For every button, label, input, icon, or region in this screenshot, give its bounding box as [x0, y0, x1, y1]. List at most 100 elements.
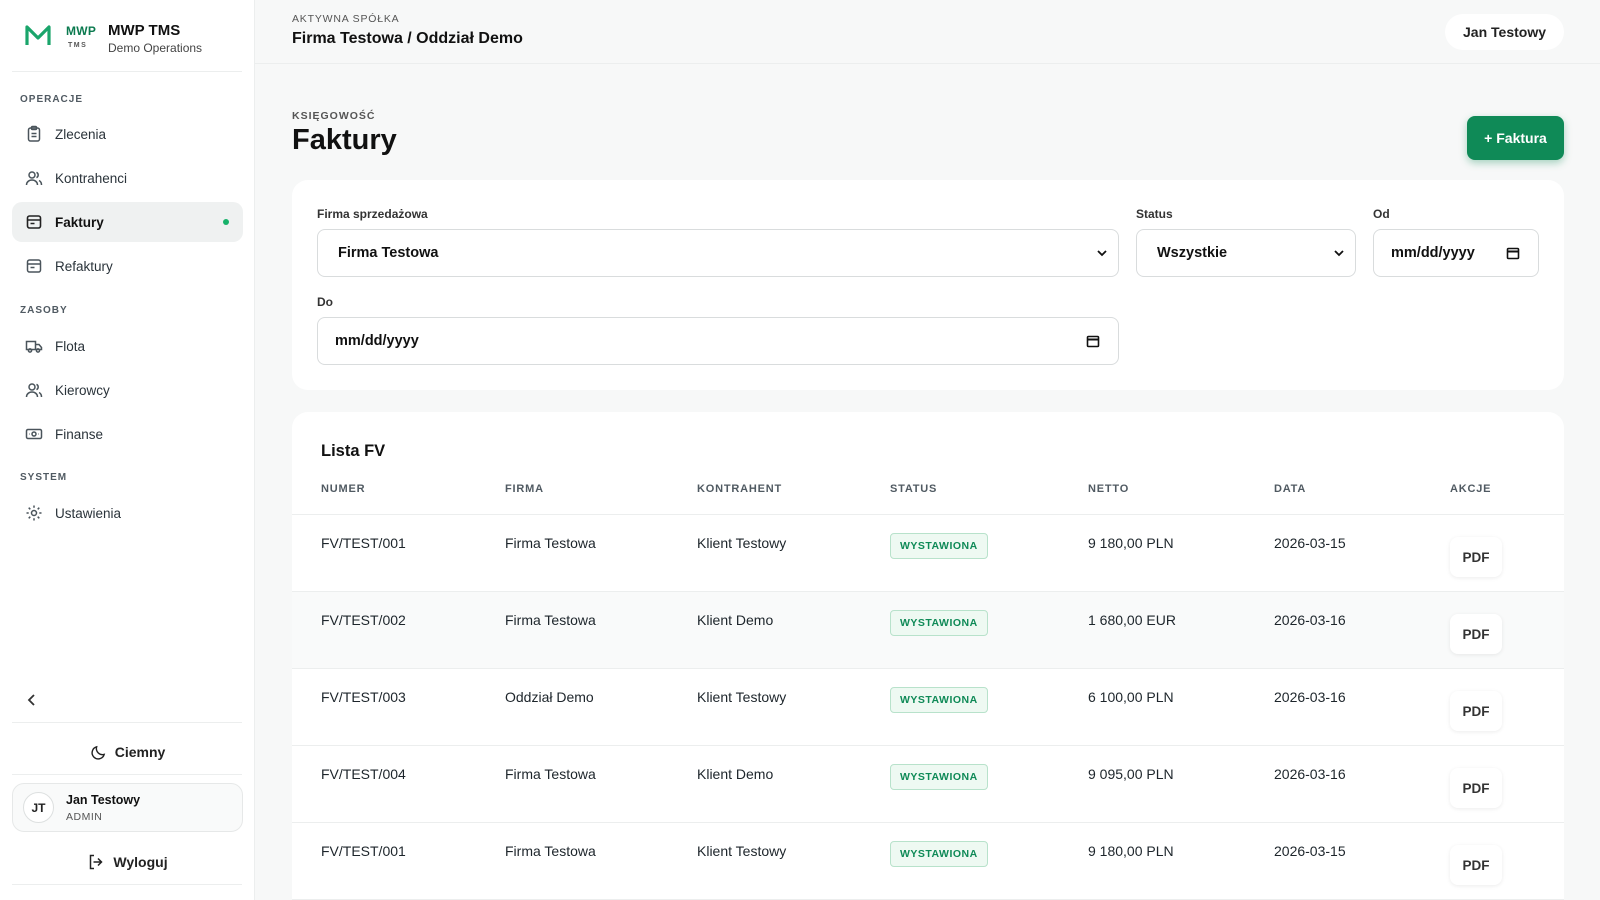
brand-mwp: MWP	[66, 24, 97, 38]
users-icon	[25, 381, 43, 399]
sidebar-divider	[12, 774, 242, 775]
chevron-left-icon	[27, 694, 35, 706]
date-to-label: Do	[317, 295, 333, 309]
cell-netto: 1 680,00 EUR	[1088, 612, 1176, 628]
pdf-button[interactable]: PDF	[1450, 691, 1502, 731]
cell-data: 2026-03-16	[1274, 612, 1346, 628]
date-from-value: mm/dd/yyyy	[1391, 245, 1475, 261]
table-row[interactable]: FV/TEST/001 Firma Testowa Klient Testowy…	[292, 515, 1564, 592]
sidebar-item-kierowcy[interactable]: Kierowcy	[12, 370, 243, 410]
logout-icon	[87, 853, 105, 871]
table-row[interactable]: FV/TEST/002 Firma Testowa Klient Demo WY…	[292, 592, 1564, 669]
sidebar-item-label: Kierowcy	[55, 382, 110, 398]
page-eyebrow: KSIĘGOWOŚĆ	[292, 110, 376, 122]
column-header-data: DATA	[1274, 483, 1307, 495]
collapse-sidebar-button[interactable]	[18, 688, 46, 712]
cell-netto: 9 180,00 PLN	[1088, 843, 1174, 859]
active-company-label: AKTYWNA SPÓŁKA	[292, 13, 400, 25]
theme-toggle-label: Ciemny	[114, 744, 166, 760]
cell-data: 2026-03-16	[1274, 766, 1346, 782]
pdf-button[interactable]: PDF	[1450, 768, 1502, 808]
status-filter-label: Status	[1136, 207, 1173, 221]
pdf-button[interactable]: PDF	[1450, 537, 1502, 577]
user-card[interactable]: JT Jan Testowy ADMIN	[12, 783, 243, 832]
sidebar-item-finanse[interactable]: Finanse	[12, 414, 243, 454]
table-row[interactable]: FV/TEST/001 Firma Testowa Klient Testowy…	[292, 823, 1564, 900]
theme-toggle-button[interactable]: Ciemny	[12, 734, 243, 770]
section-operacje: OPERACJE	[20, 94, 84, 105]
cell-netto: 9 180,00 PLN	[1088, 535, 1174, 551]
clipboard-icon	[25, 125, 43, 143]
invoice-list-card: Lista FV NUMER FIRMA KONTRAHENT STATUS N…	[292, 412, 1564, 900]
sidebar-item-label: Faktury	[55, 214, 104, 230]
cell-numer: FV/TEST/004	[321, 766, 406, 782]
user-menu-button[interactable]: Jan Testowy	[1445, 14, 1564, 50]
sidebar-item-refaktury[interactable]: Refaktury	[12, 246, 243, 286]
truck-icon	[25, 337, 43, 355]
topbar: AKTYWNA SPÓŁKA Firma Testowa / Oddział D…	[255, 0, 1600, 64]
status-badge: WYSTAWIONA	[890, 841, 988, 867]
page-title: Faktury	[292, 124, 397, 156]
cell-firma: Oddział Demo	[505, 689, 594, 705]
cell-data: 2026-03-15	[1274, 843, 1346, 859]
column-header-numer: NUMER	[321, 483, 366, 495]
cell-kontrahent: Klient Demo	[697, 612, 774, 628]
pdf-button[interactable]: PDF	[1450, 614, 1502, 654]
status-badge: WYSTAWIONA	[890, 533, 988, 559]
pdf-button[interactable]: PDF	[1450, 845, 1502, 885]
cell-netto: 6 100,00 PLN	[1088, 689, 1174, 705]
status-badge: WYSTAWIONA	[890, 764, 988, 790]
brand-name: MWP TMS	[108, 22, 181, 39]
moon-icon	[90, 744, 107, 761]
column-header-netto: NETTO	[1088, 483, 1130, 495]
cell-kontrahent: Klient Demo	[697, 766, 774, 782]
status-select-value: Wszystkie	[1157, 245, 1228, 261]
cell-firma: Firma Testowa	[505, 766, 596, 782]
column-header-kontrahent: KONTRAHENT	[697, 483, 782, 495]
sidebar-divider	[12, 722, 242, 723]
brand-tms: TMS	[68, 42, 88, 49]
status-select[interactable]: Wszystkie	[1136, 229, 1356, 277]
users-icon	[25, 169, 43, 187]
active-company-name[interactable]: Firma Testowa / Oddział Demo	[292, 30, 523, 48]
invoice-icon	[25, 213, 43, 231]
cell-data: 2026-03-15	[1274, 535, 1346, 551]
date-to-input[interactable]: mm/dd/yyyy	[317, 317, 1119, 365]
table-title: Lista FV	[321, 442, 386, 460]
cell-numer: FV/TEST/001	[321, 843, 406, 859]
sidebar-item-zlecenia[interactable]: Zlecenia	[12, 114, 243, 154]
cell-numer: FV/TEST/002	[321, 612, 406, 628]
invoice-icon	[25, 257, 43, 275]
sidebar-item-faktury[interactable]: Faktury	[12, 202, 243, 242]
user-name: Jan Testowy	[66, 793, 141, 807]
sidebar-divider	[12, 71, 242, 72]
cell-firma: Firma Testowa	[505, 843, 596, 859]
gear-icon	[25, 504, 43, 522]
sidebar-item-flota[interactable]: Flota	[12, 326, 243, 366]
add-invoice-button[interactable]: + Faktura	[1467, 116, 1564, 160]
company-filter-label: Firma sprzedażowa	[317, 207, 428, 221]
company-select[interactable]: Firma Testowa	[317, 229, 1119, 277]
filter-panel: Firma sprzedażowa Firma Testowa Status W…	[292, 180, 1564, 390]
cell-firma: Firma Testowa	[505, 535, 596, 551]
logout-button[interactable]: Wyloguj	[12, 844, 243, 880]
date-to-value: mm/dd/yyyy	[335, 333, 419, 349]
logout-label: Wyloguj	[113, 854, 168, 870]
cell-numer: FV/TEST/001	[321, 535, 406, 551]
table-row[interactable]: FV/TEST/003 Oddział Demo Klient Testowy …	[292, 669, 1564, 746]
sidebar-item-label: Refaktury	[55, 258, 113, 274]
section-zasoby: ZASOBY	[20, 305, 68, 316]
date-from-input[interactable]: mm/dd/yyyy	[1373, 229, 1539, 277]
sidebar-item-label: Kontrahenci	[55, 170, 128, 186]
brand-logo-icon	[25, 25, 51, 45]
calendar-icon[interactable]	[1086, 334, 1100, 348]
sidebar-item-kontrahenci[interactable]: Kontrahenci	[12, 158, 243, 198]
table-row[interactable]: FV/TEST/004 Firma Testowa Klient Demo WY…	[292, 746, 1564, 823]
brand-subtitle: Demo Operations	[108, 41, 203, 55]
sidebar-item-ustawienia[interactable]: Ustawienia	[12, 493, 243, 533]
calendar-icon[interactable]	[1506, 246, 1520, 260]
brand[interactable]: MWP TMS MWP TMS Demo Operations	[24, 22, 202, 55]
column-header-akcje: AKCJE	[1450, 483, 1492, 495]
cell-firma: Firma Testowa	[505, 612, 596, 628]
avatar: JT	[23, 792, 54, 823]
